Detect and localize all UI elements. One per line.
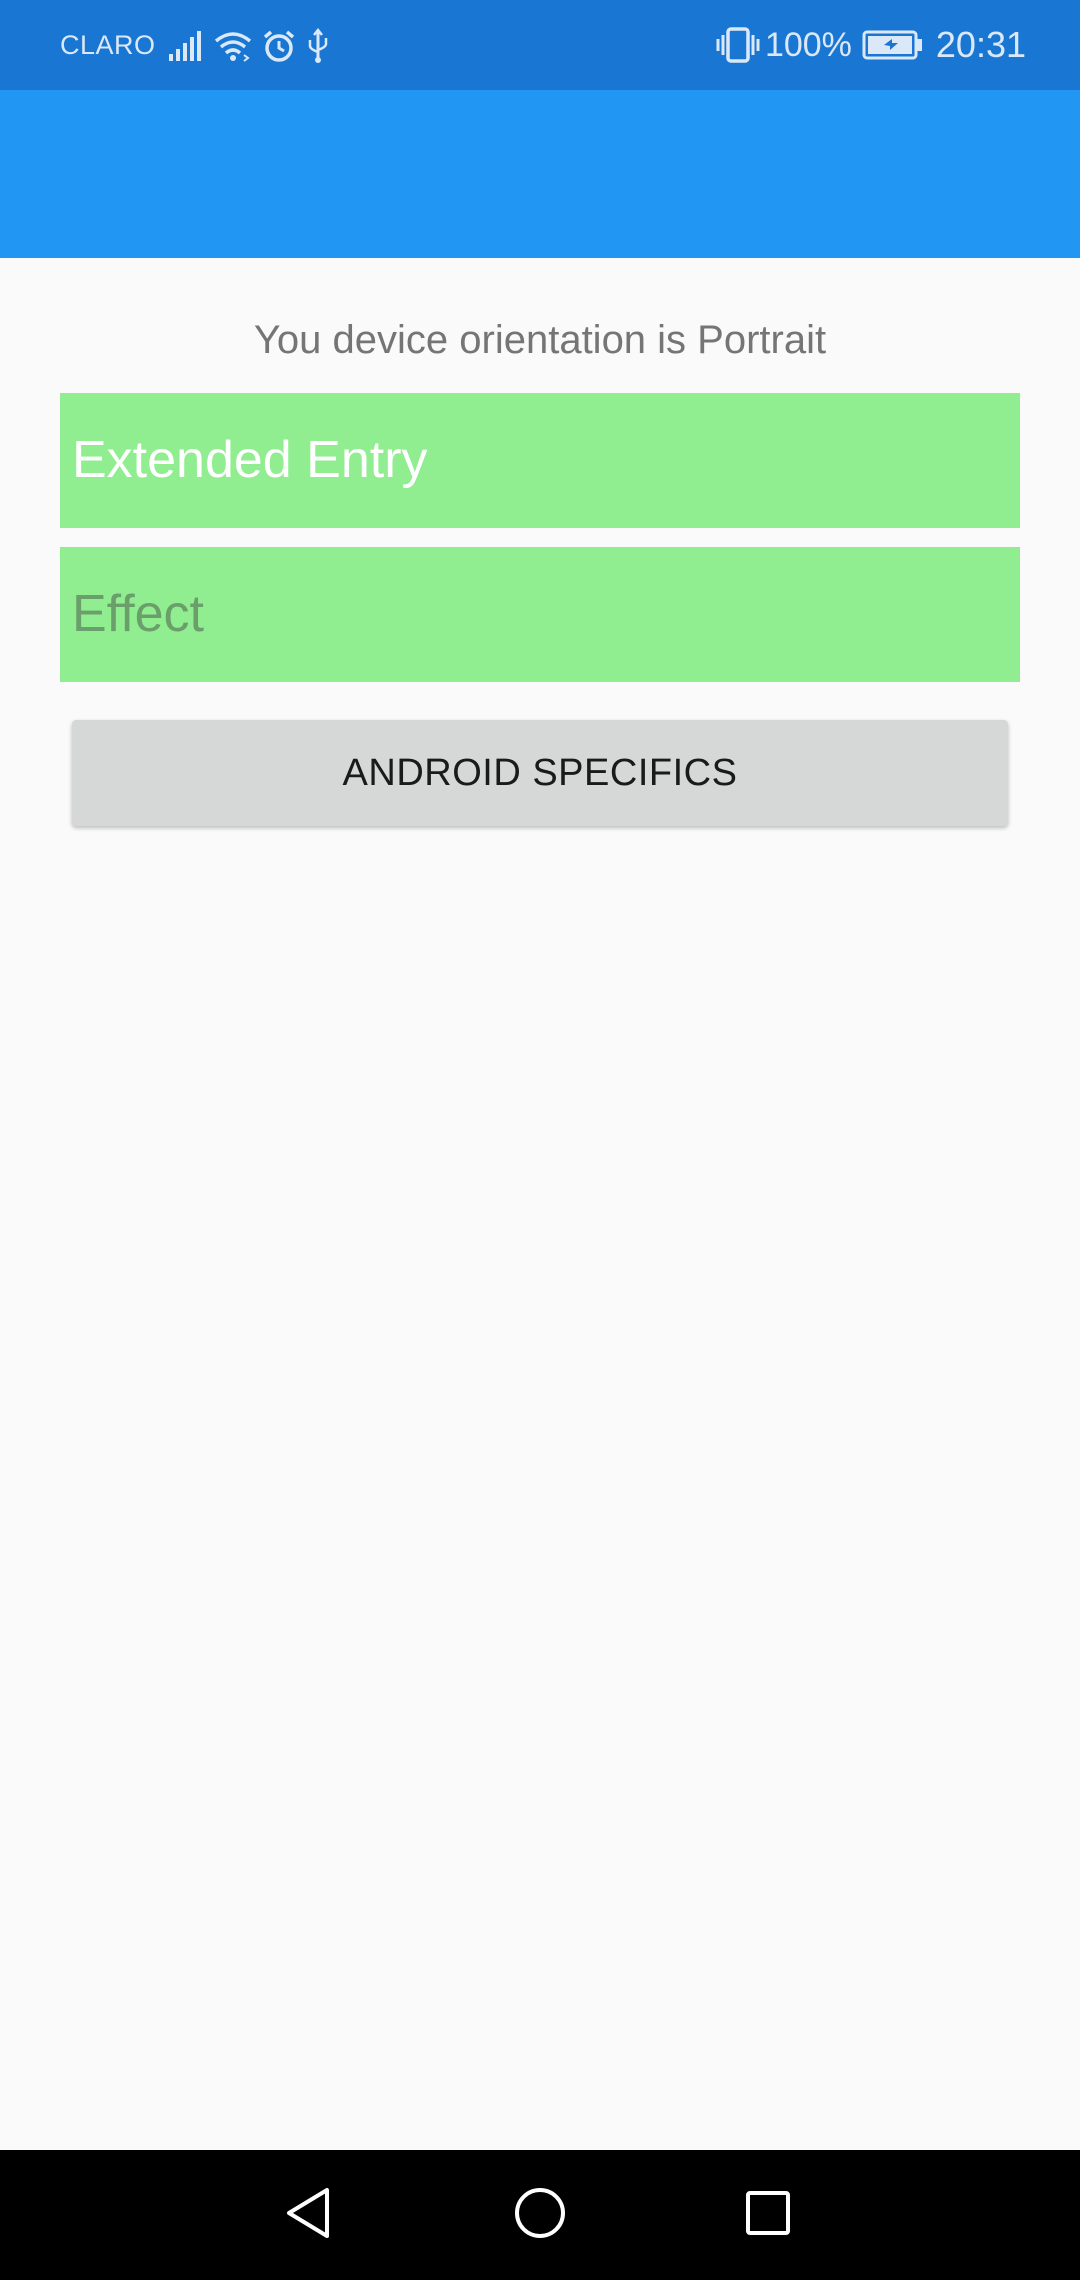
clock: 20:31 [935,24,1026,65]
status-bar: CLARO 100% 20:31 [0,0,1080,90]
signal-icon [168,30,204,62]
recents-icon [744,2189,792,2242]
recents-button[interactable] [703,2150,833,2280]
status-icons-right: 100% 20:31 [715,0,1026,90]
alarm-icon [262,29,296,63]
usb-icon [306,28,330,64]
carrier-name: CLARO [60,30,156,60]
android-specifics-button[interactable]: ANDROID SPECIFICS [72,720,1008,826]
home-button[interactable] [475,2150,605,2280]
app-bar [0,90,1080,258]
effect-entry-field[interactable]: Effect [60,547,1020,682]
orientation-label: You device orientation is Portrait [253,318,827,362]
battery-charging-icon [862,30,924,60]
back-button[interactable] [243,2150,373,2280]
back-icon [283,2186,333,2245]
status-icons-left [168,26,340,66]
navigation-bar [0,2150,1080,2280]
vibrate-icon [715,27,761,63]
battery-percentage: 100% [764,25,852,64]
extended-entry-field[interactable]: Extended Entry [60,393,1020,528]
wifi-icon [214,30,252,62]
home-icon [513,2186,567,2245]
